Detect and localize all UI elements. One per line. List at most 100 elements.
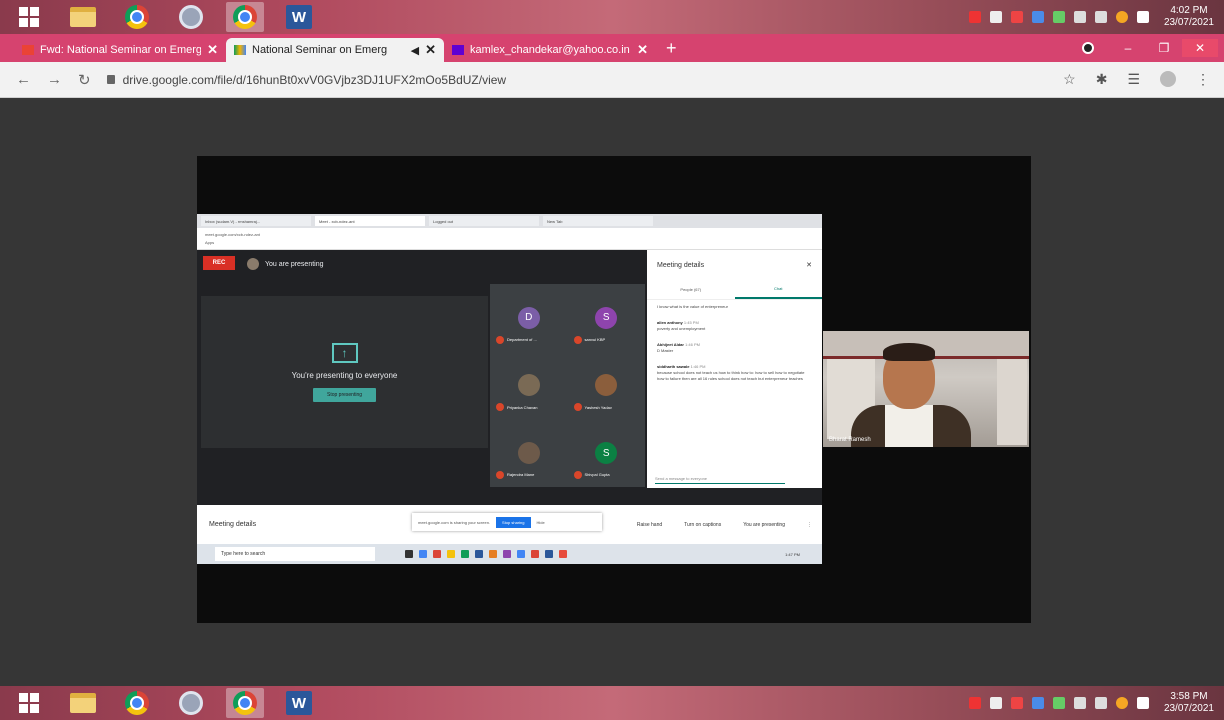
- sharing-text: meet.google.com is sharing your screen.: [418, 519, 491, 525]
- tab-people: People (67): [680, 287, 702, 292]
- window-controls: – ❐ ✕: [1082, 34, 1224, 62]
- chat-message: allen anthony 1:45 PM poverty and unempl…: [657, 320, 812, 332]
- clock[interactable]: 4:02 PM 23/07/2021: [1164, 5, 1214, 29]
- snipping-tool-icon[interactable]: [172, 2, 210, 32]
- reload-icon[interactable]: ↻: [78, 71, 91, 89]
- chrome-taskbar-icon[interactable]: [118, 2, 156, 32]
- minimize-button[interactable]: –: [1110, 41, 1146, 55]
- inner-apps: Apps: [197, 240, 822, 250]
- yahoo-mail-icon: [452, 45, 464, 55]
- meeting-details-panel: Meeting details ✕ People (67) Chat I kno…: [647, 250, 822, 488]
- file-explorer-icon[interactable]: [64, 2, 102, 32]
- inner-url: meet.google.com/xcb-ndez-ant: [197, 228, 822, 240]
- reading-list-icon[interactable]: ☰: [1127, 71, 1140, 88]
- sharing-toast: meet.google.com is sharing your screen. …: [412, 513, 602, 531]
- bluetooth-tray-icon[interactable]: [1031, 697, 1044, 709]
- participant-tile: Yashesh Yadav: [568, 352, 646, 420]
- avatar: [247, 258, 259, 270]
- keyboard-tray-icon[interactable]: [1136, 697, 1149, 709]
- tab-title: kamlex_chandekar@yahoo.co.in: [470, 44, 630, 56]
- chrome-active-taskbar-icon[interactable]: [226, 2, 264, 32]
- message-author: allen anthony: [657, 320, 683, 325]
- tab-gmail[interactable]: Fwd: National Seminar on Emerg ✕: [14, 38, 226, 62]
- avatar: [517, 374, 540, 397]
- back-icon[interactable]: ←: [16, 71, 31, 88]
- address-bar: ← → ↻ drive.google.com/file/d/16hunBt0xv…: [0, 62, 1224, 98]
- star-icon[interactable]: ☆: [1063, 71, 1076, 88]
- account-icon[interactable]: [1082, 42, 1094, 54]
- menu-icon[interactable]: ⋮: [1196, 71, 1210, 88]
- volume-tray-icon[interactable]: [1094, 11, 1107, 23]
- participant-tile: S Shivpal Gupta: [568, 419, 646, 487]
- network-tray-icon[interactable]: [1052, 11, 1065, 23]
- url-field[interactable]: drive.google.com/file/d/16hunBt0xvV0GVjb…: [106, 72, 507, 87]
- tab-title: National Seminar on Emerg: [252, 44, 388, 56]
- inner-tab: Inbox (sudam.V) - rmshamraj...: [201, 216, 311, 226]
- windows-taskbar-bottom: W 3:58 PM 23/07/2021: [0, 686, 1224, 720]
- network-tray-icon[interactable]: [1052, 697, 1065, 709]
- chat-messages: I know what is the value of enterpreneur…: [647, 300, 822, 396]
- browser-tab-strip: Fwd: National Seminar on Emerg ✕ Nationa…: [0, 34, 1224, 62]
- new-tab-button[interactable]: +: [666, 38, 677, 59]
- audio-playing-icon[interactable]: ◀︎: [411, 44, 419, 57]
- monitor-tray-icon[interactable]: [1073, 11, 1086, 23]
- word-taskbar-icon[interactable]: W: [280, 688, 318, 718]
- chat-message: siddharth sawale 1:46 PM because school …: [657, 364, 812, 382]
- file-explorer-icon[interactable]: [64, 688, 102, 718]
- keyboard-tray-icon[interactable]: [1136, 11, 1149, 23]
- tab-yahoo-mail[interactable]: kamlex_chandekar@yahoo.co.in ✕: [444, 38, 656, 62]
- meeting-details-toggle: Meeting details: [209, 521, 257, 528]
- chat-message: Abhijeet Aldar 1:46 PM D Master: [657, 342, 812, 354]
- mic-off-icon: [573, 335, 582, 344]
- mic-off-icon: [496, 403, 504, 412]
- message-author: Abhijeet Aldar: [657, 342, 684, 347]
- present-screen-icon: ↑: [331, 342, 358, 363]
- video-player[interactable]: Inbox (sudam.V) - rmshamraj... Meet - xc…: [197, 156, 1031, 623]
- battery-tray-icon[interactable]: [1010, 11, 1023, 23]
- close-tab-icon[interactable]: ✕: [207, 42, 218, 58]
- monitor-tray-icon[interactable]: [1073, 697, 1086, 709]
- participant-name: Yashesh Yadav: [584, 404, 612, 410]
- bluetooth-tray-icon[interactable]: [1031, 11, 1044, 23]
- chat-message: I know what is the value of enterpreneur: [657, 304, 812, 310]
- profile-icon[interactable]: [1160, 71, 1176, 87]
- tab-drive[interactable]: National Seminar on Emerg ◀︎ ✕: [226, 38, 444, 62]
- participant-name: Shivpal Gupta: [584, 472, 610, 478]
- avatar: [595, 374, 618, 397]
- clock-time: 4:02 PM: [1170, 5, 1208, 16]
- windows-start-icon[interactable]: [10, 688, 48, 718]
- meet-window: REC You are presenting ↑ You're presenti…: [197, 250, 822, 505]
- participant-grid: D Department of ... S sanvui KBP Priyank…: [490, 284, 645, 487]
- system-tray: 3:58 PM 23/07/2021: [968, 691, 1214, 715]
- url-text: drive.google.com/file/d/16hunBt0xvV0GVjb…: [122, 72, 507, 87]
- volume-tray-icon[interactable]: [1094, 697, 1107, 709]
- forward-icon[interactable]: →: [47, 71, 62, 88]
- captured-screen: Inbox (sudam.V) - rmshamraj... Meet - xc…: [197, 214, 822, 564]
- chrome-active-taskbar-icon[interactable]: [226, 688, 264, 718]
- restore-button[interactable]: ❐: [1146, 41, 1182, 55]
- close-tab-icon[interactable]: ✕: [425, 42, 436, 58]
- message-text: poverty and unemployment: [657, 326, 706, 331]
- windows-start-icon[interactable]: [10, 2, 48, 32]
- tab-title: Fwd: National Seminar on Emerg: [40, 44, 202, 56]
- close-tab-icon[interactable]: ✕: [637, 42, 648, 58]
- clock-date: 23/07/2021: [1163, 17, 1214, 28]
- notification-tray-icon[interactable]: [1115, 11, 1128, 23]
- speaker-name: Bharat Ramesh: [829, 437, 871, 443]
- flag-tray-icon[interactable]: [989, 11, 1002, 23]
- search-tray-icon[interactable]: [968, 697, 981, 709]
- battery-tray-icon[interactable]: [1010, 697, 1023, 709]
- flag-tray-icon[interactable]: [989, 697, 1002, 709]
- drive-icon: [234, 45, 246, 55]
- notification-tray-icon[interactable]: [1115, 697, 1128, 709]
- extensions-icon[interactable]: ✱: [1096, 71, 1108, 88]
- gmail-icon: [22, 45, 34, 55]
- lock-icon[interactable]: [106, 75, 115, 84]
- search-tray-icon[interactable]: [968, 11, 981, 23]
- inner-clock: 1:47 PM: [785, 551, 800, 557]
- close-window-button[interactable]: ✕: [1182, 39, 1218, 57]
- clock[interactable]: 3:58 PM 23/07/2021: [1164, 691, 1214, 715]
- snipping-tool-icon[interactable]: [172, 688, 210, 718]
- word-taskbar-icon[interactable]: W: [280, 2, 318, 32]
- chrome-taskbar-icon[interactable]: [118, 688, 156, 718]
